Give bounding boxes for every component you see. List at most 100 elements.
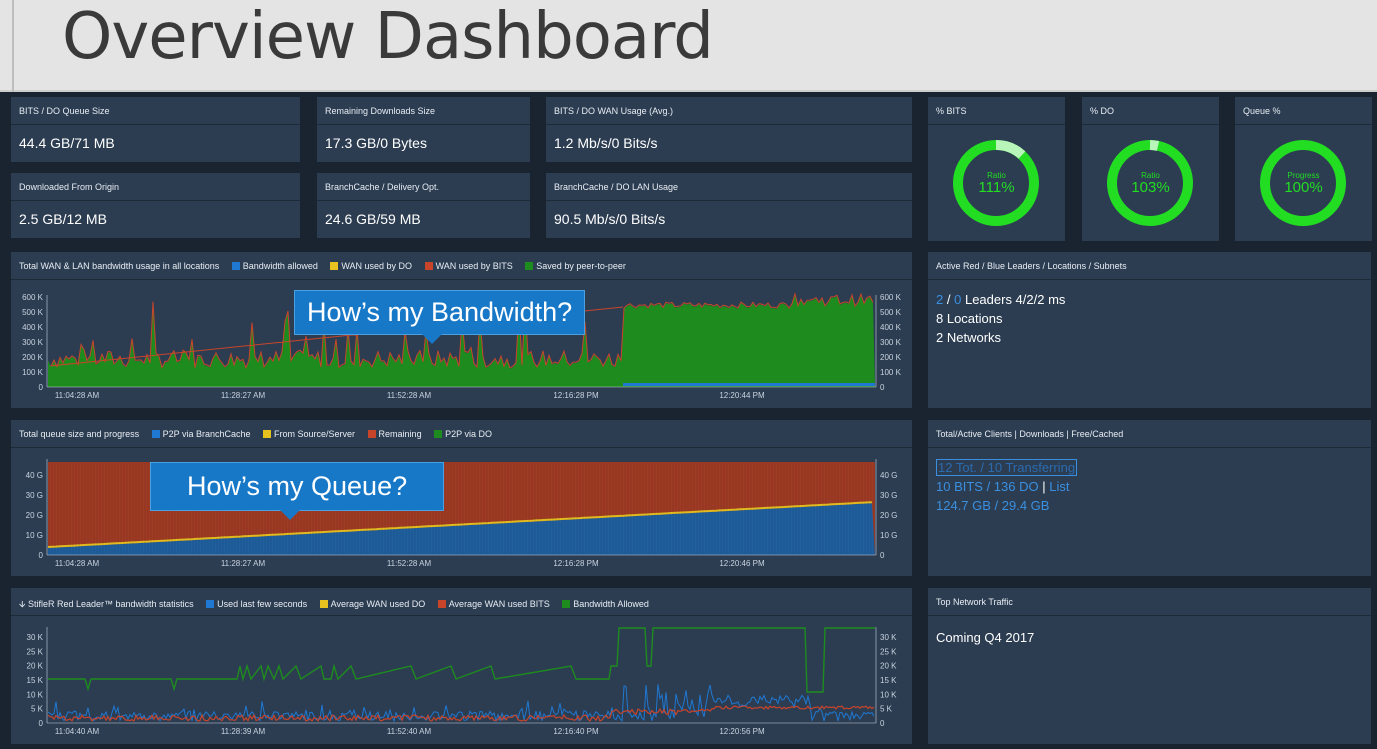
y-tick-right: 200 K <box>880 353 902 362</box>
leaders-line: 2 / 0 Leaders 4/2/2 ms <box>936 292 1066 307</box>
bandwidth-panel: Total WAN & LAN bandwidth usage in all l… <box>11 252 912 408</box>
x-tick: 11:28:39 AM <box>221 727 266 736</box>
legend-bw-allowed[interactable]: Bandwidth Allowed <box>562 599 649 609</box>
leaders-panel: Active Red / Blue Leaders / Locations / … <box>928 252 1371 408</box>
y-tick-right: 600 K <box>880 293 902 302</box>
y-tick-right: 30 G <box>880 491 897 500</box>
clients-downloads-line: 10 BITS / 136 DO | List <box>936 479 1070 494</box>
donut-value: 100% <box>1284 179 1323 196</box>
clients-free-cached[interactable]: 124.7 GB / 29.4 GB <box>928 496 1371 515</box>
queue-header: Total queue size and progress P2P via Br… <box>11 420 912 448</box>
stat-label: BITS / DO Queue Size <box>11 97 300 125</box>
red-leader-count[interactable]: 2 <box>936 292 943 307</box>
x-tick: 12:20:56 PM <box>719 727 765 736</box>
y-tick-right: 0 <box>880 719 885 728</box>
x-tick: 11:52:40 AM <box>387 727 432 736</box>
y-tick-right: 20 K <box>880 662 897 671</box>
y-tick-right: 5 K <box>880 705 893 714</box>
donut-value: 103% <box>1131 179 1170 196</box>
stat-downloaded-origin: Downloaded From Origin 2.5 GB/12 MB <box>11 173 300 238</box>
donut-title: % BITS <box>928 97 1065 125</box>
locations-count: 8 Locations <box>936 311 1003 326</box>
y-tick-left: 25 K <box>27 647 44 656</box>
clients-list-link[interactable]: List <box>1049 479 1069 494</box>
y-tick-right: 10 G <box>880 531 897 540</box>
y-tick-right: 40 G <box>880 471 897 480</box>
y-tick-left: 5 K <box>31 705 44 714</box>
x-tick: 12:16:40 PM <box>553 727 599 736</box>
y-tick-right: 20 G <box>880 511 897 520</box>
y-tick-left: 100 K <box>22 368 44 377</box>
legend-used-last[interactable]: Used last few seconds <box>206 599 307 609</box>
legend-p2p-branchcache[interactable]: P2P via BranchCache <box>151 429 250 439</box>
y-tick-left: 15 K <box>27 676 44 685</box>
legend-p2p[interactable]: Saved by peer-to-peer <box>525 261 626 271</box>
stat-label: Remaining Downloads Size <box>317 97 530 125</box>
y-tick-right: 100 K <box>880 368 902 377</box>
legend-wan-do[interactable]: WAN used by DO <box>330 261 412 271</box>
rocket-icon: 🡫 <box>19 599 26 609</box>
legend-bandwidth-allowed[interactable]: Bandwidth allowed <box>231 261 318 271</box>
x-tick: 12:16:28 PM <box>553 559 599 568</box>
y-tick-right: 0 <box>880 383 885 392</box>
clients-title: Total/Active Clients | Downloads | Free/… <box>928 420 1371 448</box>
y-tick-right: 500 K <box>880 308 902 317</box>
y-tick-left: 600 K <box>22 293 44 302</box>
x-tick: 11:52:28 AM <box>387 391 432 400</box>
y-tick-left: 30 K <box>27 633 44 642</box>
y-tick-right: 10 K <box>880 690 897 699</box>
legend-remaining[interactable]: Remaining <box>367 429 422 439</box>
donut-value: 111% <box>978 179 1015 196</box>
donut-panel-bits: % BITS Ratio 111% <box>928 97 1065 241</box>
stat-value: 17.3 GB/0 Bytes <box>325 135 427 151</box>
y-tick-left: 500 K <box>22 308 44 317</box>
x-tick: 11:28:27 AM <box>221 391 266 400</box>
y-tick-left: 400 K <box>22 323 44 332</box>
y-tick-left: 10 K <box>27 690 44 699</box>
stat-value: 90.5 Mb/s/0 Bits/s <box>554 211 666 227</box>
legend-wan-bits[interactable]: WAN used by BITS <box>424 261 513 271</box>
bandwidth-callout: How’s my Bandwidth? <box>294 290 586 344</box>
stat-wan-usage: BITS / DO WAN Usage (Avg.) 1.2 Mb/s/0 Bi… <box>546 97 912 162</box>
x-tick: 11:04:40 AM <box>55 727 100 736</box>
page-title: Overview Dashboard <box>62 0 714 74</box>
clients-total[interactable]: 12 Tot. / 10 Transferring <box>936 459 1078 476</box>
donut-panel-queue: Queue % Progress 100% <box>1235 97 1372 241</box>
x-tick: 11:28:27 AM <box>221 559 266 568</box>
stifler-title: StifleR Red Leader™ bandwidth statistics <box>27 599 194 609</box>
y-tick-left: 0 <box>39 383 44 392</box>
y-tick-right: 300 K <box>880 338 902 347</box>
stat-label: BranchCache / DO LAN Usage <box>546 173 912 201</box>
y-tick-left: 200 K <box>22 353 44 362</box>
legend-source-server[interactable]: From Source/Server <box>263 429 355 439</box>
y-tick-right: 15 K <box>880 676 897 685</box>
y-tick-left: 0 <box>39 551 44 560</box>
y-tick-right: 30 K <box>880 633 897 642</box>
y-tick-left: 300 K <box>22 338 44 347</box>
leaders-text: Leaders 4/2/2 ms <box>964 292 1066 307</box>
legend-avg-bits[interactable]: Average WAN used BITS <box>437 599 550 609</box>
stat-value: 24.6 GB/59 MB <box>325 211 421 227</box>
stifler-chart: 30 K 25 K 20 K 15 K 10 K 5 K 0 30 K 25 K 20 K 15 … <box>27 627 897 736</box>
y-tick-left: 20 K <box>27 662 44 671</box>
stat-queue-size: BITS / DO Queue Size 44.4 GB/71 MB <box>11 97 300 162</box>
stat-lan-usage: BranchCache / DO LAN Usage 90.5 Mb/s/0 B… <box>546 173 912 238</box>
queue-chart: 40 G 30 G 20 G 10 G 0 40 G 30 G 20 G 10 G 0 11:0… <box>26 459 897 568</box>
queue-title: Total queue size and progress <box>19 429 140 439</box>
y-tick-right: 0 <box>880 551 885 560</box>
clients-total-line[interactable]: 12 Tot. / 10 Transferring <box>928 458 1371 477</box>
blue-leader-count[interactable]: 0 <box>954 292 961 307</box>
stat-value: 2.5 GB/12 MB <box>19 211 107 227</box>
stat-remaining-downloads: Remaining Downloads Size 17.3 GB/0 Bytes <box>317 97 530 162</box>
y-tick-right: 400 K <box>880 323 902 332</box>
legend-p2p-do[interactable]: P2P via DO <box>434 429 492 439</box>
clients-downloads[interactable]: 10 BITS / 136 DO <box>936 479 1039 494</box>
legend-avg-do[interactable]: Average WAN used DO <box>319 599 425 609</box>
clients-panel: Total/Active Clients | Downloads | Free/… <box>928 420 1371 576</box>
x-tick: 12:20:46 PM <box>719 559 765 568</box>
traffic-text: Coming Q4 2017 <box>936 630 1035 645</box>
header: Overview Dashboard <box>0 0 1377 92</box>
y-tick-left: 40 G <box>26 471 43 480</box>
stat-value: 1.2 Mb/s/0 Bits/s <box>554 135 658 151</box>
x-tick: 11:52:28 AM <box>387 559 432 568</box>
